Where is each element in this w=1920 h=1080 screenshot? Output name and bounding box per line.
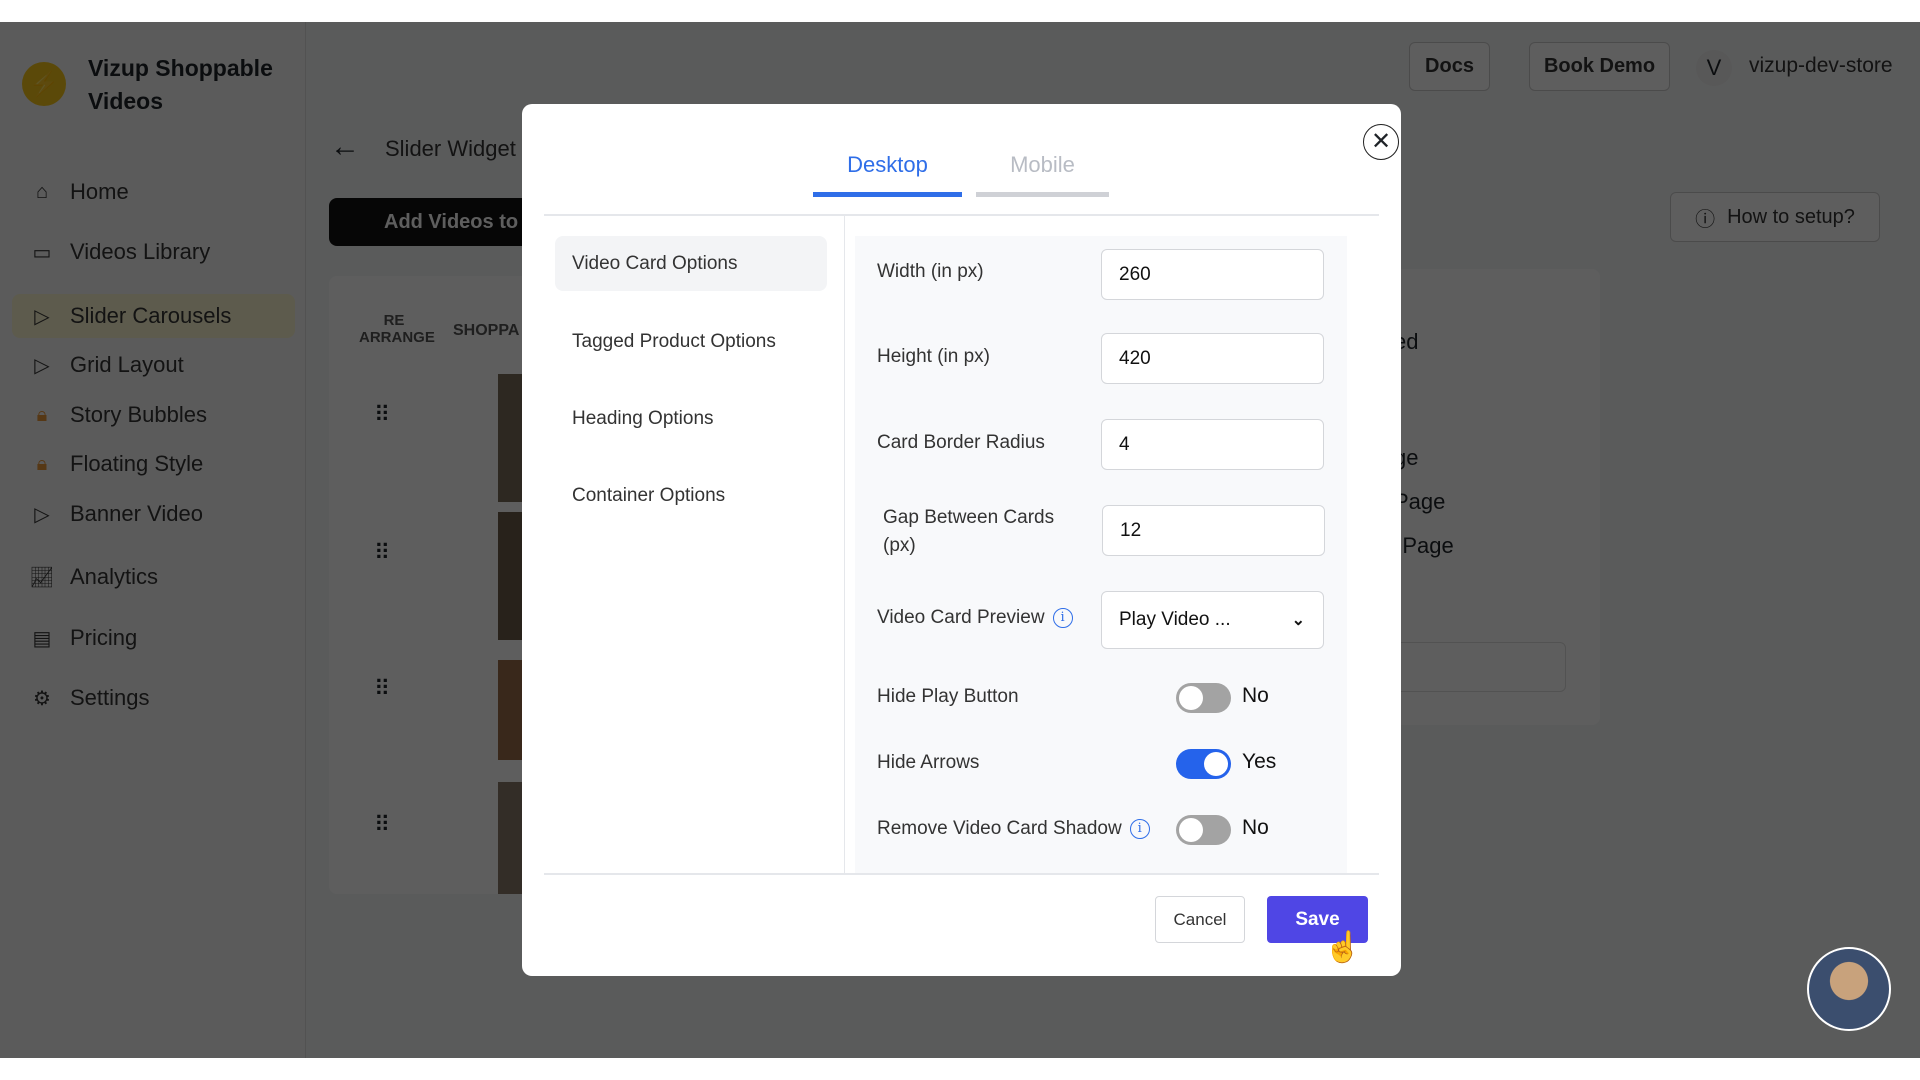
lock-icon: 🔒︎ bbox=[36, 452, 48, 475]
lock-icon: 🔒︎ bbox=[36, 403, 48, 426]
page-title: Slider Widget bbox=[385, 136, 516, 161]
col-shoppable: SHOPPA bbox=[453, 322, 520, 339]
tab-desktop-underline bbox=[813, 192, 962, 197]
preview-label: Video Card Preview bbox=[877, 607, 1045, 628]
sidebar-item-home[interactable]: ⌂ Home bbox=[12, 170, 295, 214]
divider bbox=[844, 214, 845, 873]
divider bbox=[544, 214, 1379, 216]
nav-label: Grid Layout bbox=[70, 352, 184, 377]
sidebar-item-banner-video[interactable]: ▷ Banner Video bbox=[12, 492, 295, 536]
tab-mobile-underline bbox=[976, 192, 1109, 197]
play-circle-icon: ▷ bbox=[34, 503, 50, 526]
nav-label: Settings bbox=[70, 685, 150, 710]
gap-input[interactable]: 12 bbox=[1102, 505, 1325, 556]
sidebar-item-floating-style[interactable]: 🔒︎ Floating Style bbox=[12, 442, 295, 486]
section-heading-options[interactable]: Heading Options bbox=[555, 391, 827, 446]
toggle-knob bbox=[1179, 686, 1203, 710]
hide-play-label: Hide Play Button bbox=[877, 686, 1019, 707]
section-video-card-options[interactable]: Video Card Options bbox=[555, 236, 827, 291]
sidebar-item-settings[interactable]: ⚙ Settings bbox=[12, 676, 295, 720]
hide-play-toggle[interactable] bbox=[1176, 683, 1231, 713]
nav-label: Slider Carousels bbox=[70, 303, 232, 328]
col-rearrange: RE ARRANGE bbox=[359, 312, 435, 346]
section-container-options[interactable]: Container Options bbox=[555, 468, 827, 523]
home-icon: ⌂ bbox=[35, 180, 49, 203]
remove-shadow-value: No bbox=[1242, 816, 1269, 839]
card-text: Page bbox=[1394, 489, 1446, 514]
drag-handle-icon[interactable]: ⠿ bbox=[374, 676, 390, 702]
nav-label: Story Bubbles bbox=[70, 402, 207, 427]
drag-handle-icon[interactable]: ⠿ bbox=[374, 540, 390, 566]
nav-label: Analytics bbox=[70, 564, 159, 589]
close-icon[interactable]: ✕ bbox=[1363, 124, 1399, 160]
sidebar-item-grid-layout[interactable]: ▷ Grid Layout bbox=[12, 343, 295, 387]
gap-label: Gap Between Cards (px) bbox=[883, 507, 1055, 556]
info-icon[interactable]: i bbox=[1129, 818, 1150, 839]
logo-bolt-icon: ⚡ bbox=[22, 62, 66, 106]
height-input[interactable]: 420 bbox=[1101, 333, 1324, 384]
drag-handle-icon[interactable]: ⠿ bbox=[374, 402, 390, 428]
tab-desktop[interactable]: Desktop bbox=[813, 152, 962, 178]
chart-board-icon: 📈︎ bbox=[29, 566, 55, 589]
docs-button[interactable]: Docs bbox=[1409, 42, 1490, 91]
store-avatar[interactable]: V bbox=[1696, 50, 1732, 86]
chevron-down-icon: ⌄ bbox=[1291, 612, 1305, 629]
support-chat-avatar[interactable] bbox=[1807, 947, 1891, 1031]
brand-name: Vizup Shoppable Videos bbox=[88, 55, 273, 114]
nav-label: Pricing bbox=[70, 625, 138, 650]
info-icon[interactable]: i bbox=[1052, 607, 1073, 628]
preview-label-row: Video Card Preview i bbox=[877, 592, 1073, 643]
book-demo-button[interactable]: Book Demo bbox=[1529, 42, 1670, 91]
videos-table: RE ARRANGE SHOPPA ⠿ ⠿ ⠿ ⠿ bbox=[329, 276, 529, 894]
width-input[interactable]: 260 bbox=[1101, 249, 1324, 300]
height-label: Height (in px) bbox=[877, 346, 990, 367]
hide-play-value: No bbox=[1242, 684, 1269, 707]
credit-card-icon: ▤ bbox=[32, 627, 52, 650]
toggle-knob bbox=[1179, 818, 1203, 842]
sidebar-item-slider-carousels[interactable]: ▷ Slider Carousels bbox=[12, 294, 295, 338]
nav-label: Banner Video bbox=[70, 501, 203, 526]
how-to-label: How to setup? bbox=[1727, 205, 1855, 228]
sidebar-item-analytics[interactable]: 📈︎ Analytics bbox=[12, 555, 295, 599]
play-circle-icon: ▷ bbox=[34, 305, 50, 328]
remove-shadow-label-row: Remove Video Card Shadow i bbox=[877, 815, 1150, 843]
border-radius-input[interactable]: 4 bbox=[1101, 419, 1324, 470]
nav-label: Videos Library bbox=[70, 239, 211, 264]
section-tagged-product-options[interactable]: Tagged Product Options bbox=[555, 314, 827, 369]
video-camera-icon: ▭ bbox=[32, 241, 52, 264]
info-icon: ⓘ bbox=[1695, 208, 1716, 231]
hide-arrows-value: Yes bbox=[1242, 750, 1277, 773]
border-radius-label: Card Border Radius bbox=[877, 432, 1045, 453]
sidebar-item-pricing[interactable]: ▤ Pricing bbox=[12, 616, 295, 660]
store-name[interactable]: vizup-dev-store bbox=[1749, 54, 1893, 78]
divider bbox=[544, 873, 1379, 875]
sidebar-item-videos-library[interactable]: ▭ Videos Library bbox=[12, 230, 295, 274]
remove-shadow-toggle[interactable] bbox=[1176, 815, 1231, 845]
toggle-knob bbox=[1204, 752, 1228, 776]
back-arrow-icon[interactable]: ← bbox=[330, 130, 360, 164]
how-to-setup-button[interactable]: ⓘ How to setup? bbox=[1670, 192, 1880, 242]
width-label: Width (in px) bbox=[877, 261, 984, 282]
hide-arrows-toggle[interactable] bbox=[1176, 749, 1231, 779]
card-input[interactable] bbox=[1384, 642, 1566, 692]
widget-settings-card: ed ge Page n Page bbox=[1384, 269, 1600, 725]
hide-arrows-label: Hide Arrows bbox=[877, 752, 980, 773]
video-card-form: Width (in px) 260 Height (in px) 420 Car… bbox=[855, 236, 1347, 873]
video-card-preview-select[interactable]: Play Video ... ⌄ bbox=[1101, 591, 1324, 649]
nav-label: Floating Style bbox=[70, 451, 204, 476]
play-circle-icon: ▷ bbox=[34, 354, 50, 377]
remove-shadow-label: Remove Video Card Shadow bbox=[877, 818, 1122, 839]
gear-icon: ⚙ bbox=[33, 687, 51, 710]
tab-mobile[interactable]: Mobile bbox=[976, 152, 1109, 178]
settings-modal: Desktop Mobile ✕ Video Card Options Tagg… bbox=[522, 104, 1401, 976]
sidebar: ⚡ Vizup Shoppable Videos ⌂ Home ▭ Videos L… bbox=[0, 22, 306, 1058]
save-button[interactable]: Save bbox=[1267, 896, 1368, 943]
drag-handle-icon[interactable]: ⠿ bbox=[374, 812, 390, 838]
sidebar-item-story-bubbles[interactable]: 🔒︎ Story Bubbles bbox=[12, 393, 295, 437]
cancel-button[interactable]: Cancel bbox=[1155, 896, 1245, 943]
select-value: Play Video ... bbox=[1119, 609, 1231, 630]
nav-label: Home bbox=[70, 179, 129, 204]
